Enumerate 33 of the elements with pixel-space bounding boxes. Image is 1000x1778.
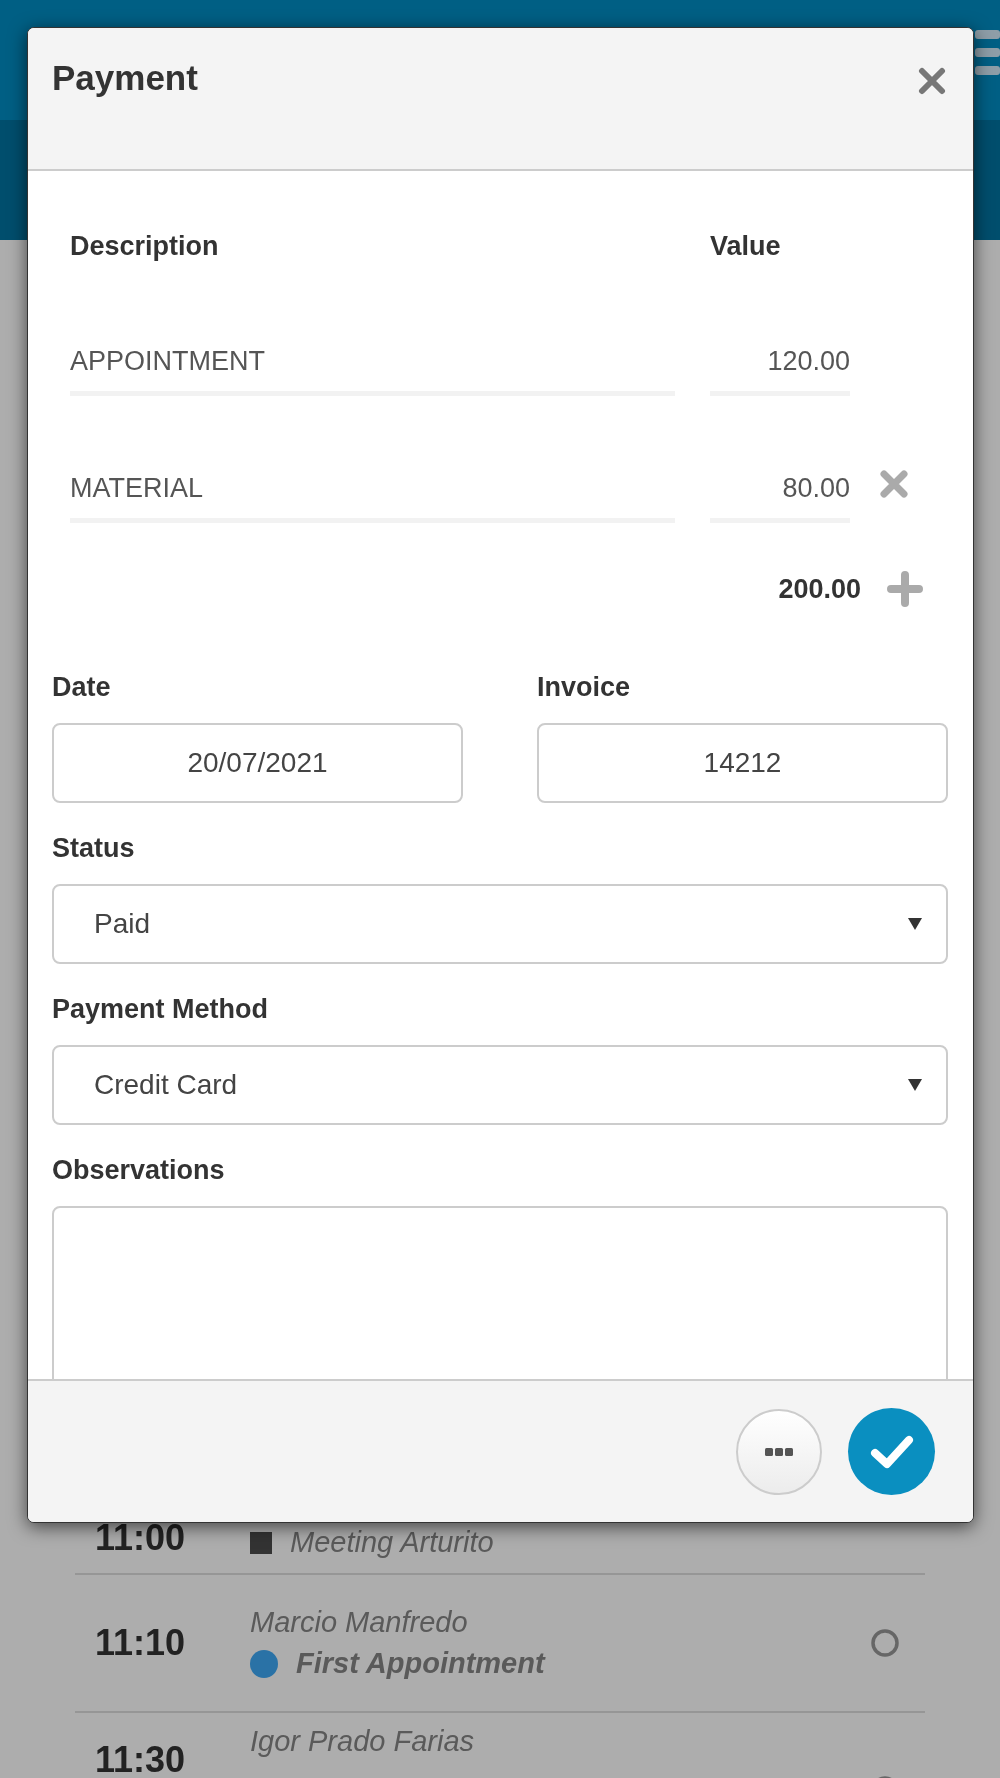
total-value: 200.00 [778,573,861,605]
description-field[interactable]: MATERIAL [70,458,675,523]
caret-icon [908,1079,922,1091]
field-label: Payment Method [52,994,270,1025]
field-label: Status [52,833,136,864]
field-label: Date [52,672,112,703]
event-title: Meeting Arturito [290,1526,494,1559]
text-field[interactable]: 20/07/2021 [52,723,463,803]
dialog-title: Payment [52,58,198,98]
dropdown-field[interactable]: Credit Card [52,1045,948,1125]
check-icon [869,1433,914,1470]
text-field[interactable]: 14212 [537,723,948,803]
more-icon [765,1446,793,1457]
patient-name: Igor Prado Farias [250,1725,476,1758]
remove-icon[interactable] [879,468,909,499]
column-header: Description [70,231,220,262]
status-circle-icon[interactable] [870,1628,900,1658]
value-field[interactable]: 80.00 [710,458,850,523]
field-label: Invoice [537,672,632,703]
appointment-time: 11:30 [94,1739,187,1778]
value-field[interactable]: 120.00 [710,331,850,396]
description-field[interactable]: APPOINTMENT [70,331,675,396]
patient-name: Marcio Manfredo [250,1606,469,1639]
dropdown-field[interactable]: Paid [52,884,948,964]
caret-icon [908,918,922,930]
menu-icon[interactable] [975,30,1000,76]
close-icon[interactable] [918,67,946,95]
add-icon[interactable] [887,571,923,607]
appointment-time: 11:10 [94,1622,187,1664]
field-label: Observations [52,1155,226,1186]
appointment-time: 11:00 [94,1517,187,1559]
column-header: Value [710,231,781,262]
event-title: First Appointment [296,1647,545,1680]
